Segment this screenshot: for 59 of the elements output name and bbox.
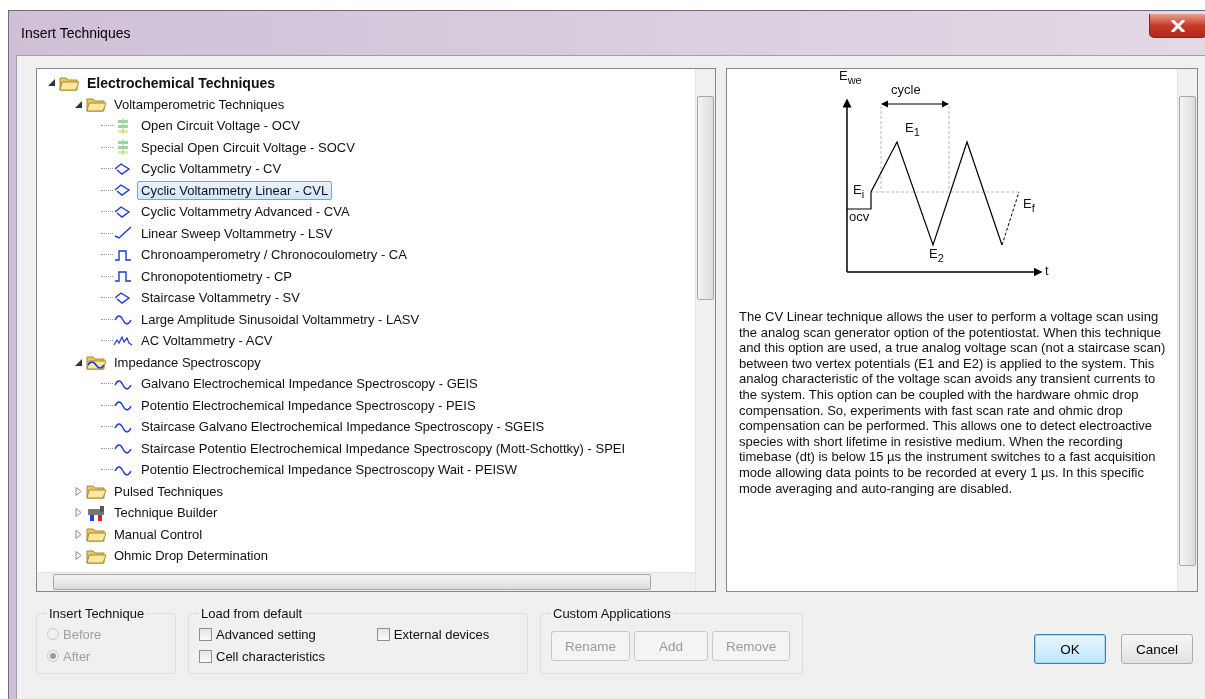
close-icon <box>1170 19 1186 32</box>
window-title: Insert Techniques <box>21 25 131 41</box>
tree-item[interactable]: Potentio Electrochemical Impedance Spectroscopy Wait - PEISW <box>137 460 521 480</box>
diagram-label: E$_{we}$ <box>839 69 862 87</box>
tree-item[interactable]: Manual Control <box>110 524 207 544</box>
diagram-label: E$_{1}$ <box>905 121 920 139</box>
diagram-label: ocv <box>849 210 870 224</box>
expander-icon[interactable] <box>47 78 56 88</box>
diagram-label: E$_{2}$ <box>929 247 944 265</box>
expander-icon[interactable] <box>74 357 83 367</box>
close-button[interactable] <box>1149 14 1205 38</box>
folder-icon <box>86 95 106 114</box>
dialog-button[interactable]: Cancel <box>1121 634 1193 664</box>
group-title: Insert Technique <box>48 606 146 621</box>
folder-icon <box>86 482 106 501</box>
dialog-button[interactable]: OK <box>1034 634 1106 664</box>
tree-item[interactable]: Chronopotentiometry - CP <box>137 266 296 286</box>
diagram-label: t <box>1045 264 1049 278</box>
tree-item[interactable]: Pulsed Techniques <box>110 481 227 501</box>
technique-description: The CV Linear technique allows the user to perform a voltage scan using the analog scan generator option of the potentiostat. When this technique and this option are used, a true analog voltage scan (not a staircase scan) between two vertex potentials (E1 and E2) is applied to the system. This analog characteristic of the voltage scan avoids any transient currents to the system. This option can be coupled with the hardware ohmic drop compensation. So, experiments with fast scan rate and ohmic drop compensation can be performed. This allows one to detect electroactive species with short lifetime in resistive medium. When the recording timebase (dt) is below 15 µs the instrument switches to a fast acquisition mode allowing data points to be recorded at every 1 µs. In this specific mode averaging and auto-ranging are disabled. <box>739 309 1167 497</box>
checkbox-label: Advanced setting <box>216 626 316 642</box>
tree-item[interactable]: Open Circuit Voltage - OCV <box>137 116 304 136</box>
checkbox[interactable] <box>199 649 212 663</box>
horizontal-scrollbar[interactable] <box>37 572 695 591</box>
tree-item[interactable]: Technique Builder <box>110 503 222 523</box>
tree-item[interactable]: Cyclic Voltammetry Advanced - CVA <box>137 202 354 222</box>
tree-item[interactable]: Chronoamperometry / Chronocoulometry - CA <box>137 245 411 265</box>
tree-item[interactable]: Cyclic Voltammetry - CV <box>137 159 286 179</box>
expander-icon[interactable] <box>74 99 83 109</box>
radio-label: Before <box>63 626 102 642</box>
group-title: Custom Applications <box>552 606 672 621</box>
tree-item[interactable]: Special Open Circuit Voltage - SOCV <box>137 137 359 157</box>
diagram-label: E$_{i}$ <box>853 183 865 201</box>
group-title: Load from default <box>200 606 304 621</box>
tree-item[interactable]: Voltamperometric Techniques <box>110 94 289 114</box>
vertical-scrollbar[interactable] <box>1177 69 1197 591</box>
tree-item[interactable]: Electrochemical Techniques <box>83 72 280 93</box>
tree-item[interactable]: Staircase Galvano Electrochemical Impedance Spectroscopy - SGEIS <box>137 417 549 437</box>
tree-item[interactable]: Cyclic Voltammetry Linear - CVL <box>137 180 333 200</box>
folder-icon <box>86 353 106 372</box>
diagram-label: cycle <box>891 83 921 97</box>
checkbox-label: External devices <box>393 626 490 642</box>
tree-item[interactable]: Staircase Voltammetry - SV <box>137 288 304 308</box>
checkbox[interactable] <box>199 627 212 641</box>
vertical-scrollbar[interactable] <box>695 69 715 591</box>
tree-item[interactable]: Galvano Electrochemical Impedance Spectroscopy - GEIS <box>137 374 482 394</box>
tree-item[interactable]: Potentio Electrochemical Impedance Spectroscopy - PEIS <box>137 395 480 415</box>
folder-icon <box>86 525 106 544</box>
diagram-label: E$_{f}$ <box>1023 197 1035 215</box>
tree-item[interactable]: Large Amplitude Sinusoidal Voltammetry - LASV <box>137 309 424 329</box>
tree-item[interactable]: Staircase Potentio Electrochemical Impedance Spectroscopy (Mott-Schottky) - SPEI <box>137 438 630 458</box>
tree-item[interactable]: Ohmic Drop Determination <box>110 546 272 566</box>
toolbox-icon <box>86 503 106 522</box>
checkbox-label: Cell characteristics <box>216 648 326 664</box>
radio-label: After <box>63 648 91 664</box>
tree-item[interactable]: Linear Sweep Voltammetry - LSV <box>137 223 337 243</box>
tree-item[interactable]: AC Voltammetry - ACV <box>137 331 277 351</box>
tree-item[interactable]: Impedance Spectroscopy <box>110 352 265 372</box>
checkbox[interactable] <box>376 627 390 641</box>
